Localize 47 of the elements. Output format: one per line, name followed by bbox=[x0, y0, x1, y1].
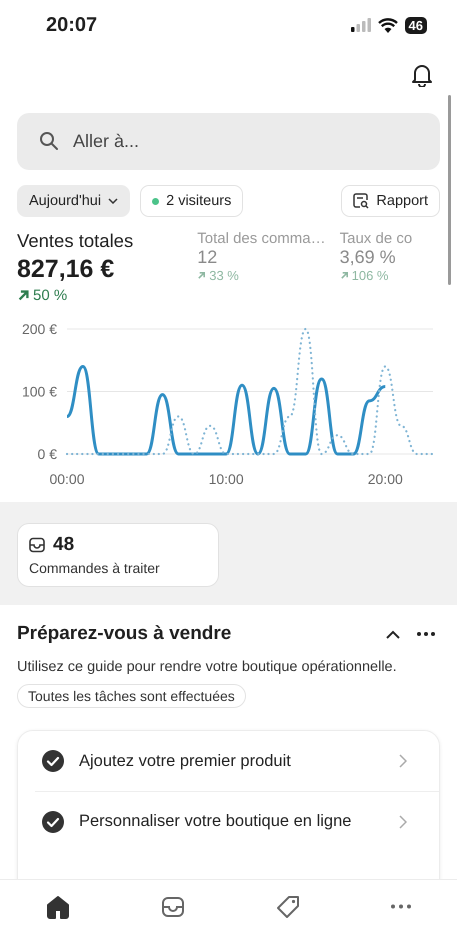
metric-change: 50 % bbox=[33, 287, 68, 304]
report-button[interactable]: Rapport bbox=[341, 185, 440, 217]
axis-label: 100 € bbox=[22, 384, 57, 400]
wifi-icon bbox=[378, 18, 398, 32]
trend-up-icon bbox=[17, 289, 30, 302]
metric-value: 3,69 % bbox=[340, 247, 397, 268]
battery-level: 46 bbox=[404, 16, 427, 34]
metric-value: 827,16 € bbox=[17, 255, 116, 284]
task-item[interactable]: Ajoutez votre premier produit bbox=[35, 731, 439, 791]
status-time: 20:07 bbox=[46, 14, 98, 36]
axis-label: 200 € bbox=[22, 321, 57, 337]
metric-value: 12 bbox=[197, 247, 218, 268]
more-button[interactable] bbox=[416, 631, 436, 637]
axis-label: 00:00 bbox=[49, 471, 85, 487]
chevron-up-icon bbox=[386, 630, 400, 638]
more-icon bbox=[390, 904, 412, 909]
signal-icon bbox=[350, 18, 371, 32]
chevron-right-icon bbox=[399, 814, 407, 828]
search-field[interactable]: Aller à... bbox=[17, 113, 440, 170]
axis-label: 10:00 bbox=[208, 471, 244, 487]
trend-up-icon bbox=[197, 271, 206, 280]
axis-label: 20:00 bbox=[368, 471, 403, 487]
collapse-button[interactable] bbox=[386, 630, 400, 638]
chevron-down-icon bbox=[108, 198, 118, 204]
visitors-chip[interactable]: 2 visiteurs bbox=[140, 185, 244, 217]
task-item[interactable]: Personnaliser votre boutique en ligne bbox=[35, 791, 439, 851]
bell-icon bbox=[411, 63, 433, 87]
metric-change: 33 % bbox=[209, 268, 239, 283]
status-tag: Toutes les tâches sont effectuées bbox=[17, 684, 246, 708]
guide-title: Préparez-vous à vendre bbox=[17, 623, 232, 645]
home-icon bbox=[44, 894, 71, 920]
chevron-right-icon bbox=[399, 754, 407, 768]
tag-icon bbox=[275, 894, 302, 920]
orders-label: Commandes à traiter bbox=[29, 560, 161, 576]
axis-label: 0 € bbox=[38, 446, 57, 462]
trend-up-icon bbox=[340, 271, 349, 280]
orders-count: 48 bbox=[53, 534, 74, 556]
metric-change: 106 % bbox=[352, 268, 388, 283]
more-icon bbox=[416, 631, 436, 637]
guide-description: Utilisez ce guide pour rendre votre boutique opérationnelle. bbox=[17, 659, 398, 675]
inbox-icon bbox=[29, 537, 45, 553]
live-dot-icon bbox=[152, 198, 160, 204]
notifications-button[interactable] bbox=[411, 63, 433, 87]
report-icon bbox=[353, 193, 370, 209]
metric-label[interactable]: Ventes totales bbox=[17, 230, 134, 252]
date-filter[interactable]: Aujourd'hui bbox=[17, 185, 130, 217]
orders-card[interactable]: 48 Commandes à traiter bbox=[17, 523, 219, 587]
